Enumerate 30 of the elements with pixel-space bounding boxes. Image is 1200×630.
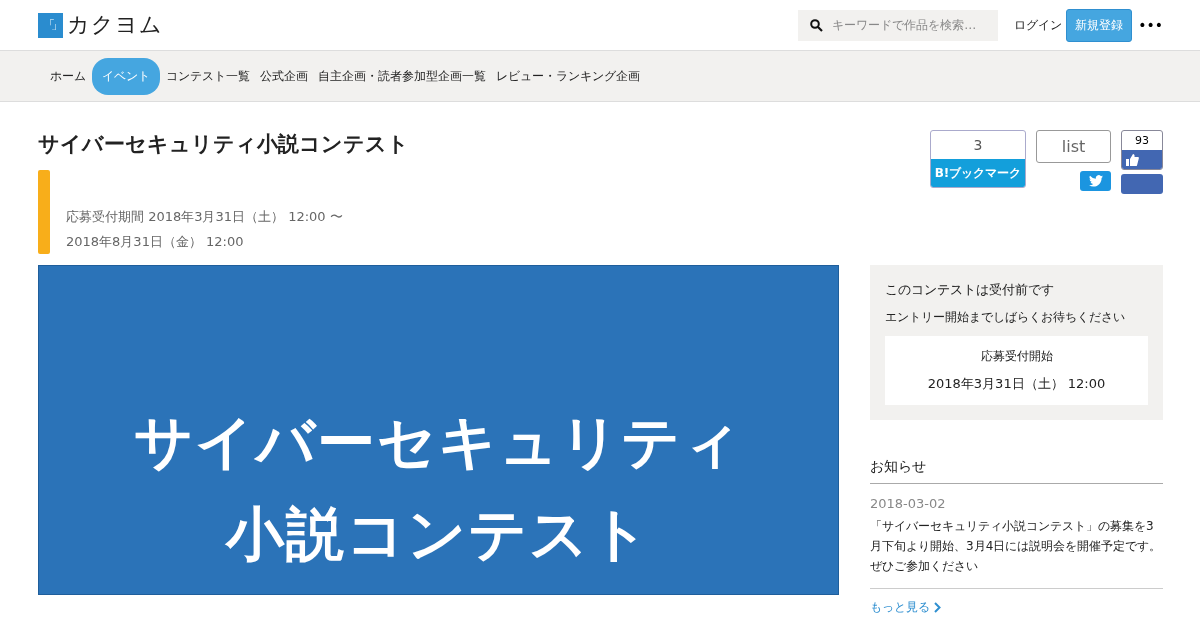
news-heading: お知らせ [870, 458, 1163, 484]
chevron-icon [934, 602, 941, 613]
entry-period: 応募受付期間 2018年3月31日（土） 12:00 〜 2018年8月31日（金） 12:00 [66, 208, 344, 251]
list-button[interactable]: list [1036, 130, 1111, 163]
banner-heading: サイバーセキュリティ [134, 407, 743, 478]
banner-heading: 小説コンテスト [226, 499, 651, 570]
event-title: サイバーセキュリティ小説コンテスト [38, 131, 409, 158]
start-label: 応募受付開始 [979, 348, 1054, 365]
logo-text[interactable]: カクヨム [67, 10, 163, 40]
search-field[interactable]: キーワードで作品を検索… [798, 9, 999, 41]
like-button[interactable]: 93 [1121, 130, 1163, 170]
tweet-button[interactable] [1080, 171, 1111, 191]
bookmark-button[interactable]: 3 B!ブックマーク [930, 130, 1026, 188]
nav-tab[interactable]: 公式企画 [256, 57, 312, 95]
bird-icon [1088, 175, 1103, 187]
more-link[interactable]: もっと見る [870, 599, 1163, 616]
nav-tab[interactable]: レビュー・ランキング企画 [492, 57, 644, 95]
news-date: 2018-03-02 [870, 496, 947, 511]
logo-mark[interactable]: 「」 [38, 12, 63, 38]
start-date: 2018年3月31日（土） 12:00 [926, 375, 1107, 393]
login-link[interactable]: ログイン [1014, 16, 1063, 34]
search-icon [810, 18, 824, 32]
nav-tab[interactable]: コンテスト一覧 [162, 57, 254, 95]
more-button[interactable]: ••• [1132, 17, 1163, 33]
nav-tab[interactable]: 自主企画・読者参加型企画一覧 [314, 57, 490, 95]
status-note: エントリー開始までしばらくお待ちください [885, 309, 1126, 326]
thumbs-up-icon [1126, 153, 1139, 166]
nav-tab[interactable]: ホーム [46, 57, 90, 95]
status-title: このコンテストは受付前です [885, 281, 1055, 299]
news-text[interactable]: 「サイバーセキュリティ小説コンテスト」の募集を3月下旬より開始、3月4日には説明会を開催予定です。ぜひご参加ください [870, 516, 1163, 576]
